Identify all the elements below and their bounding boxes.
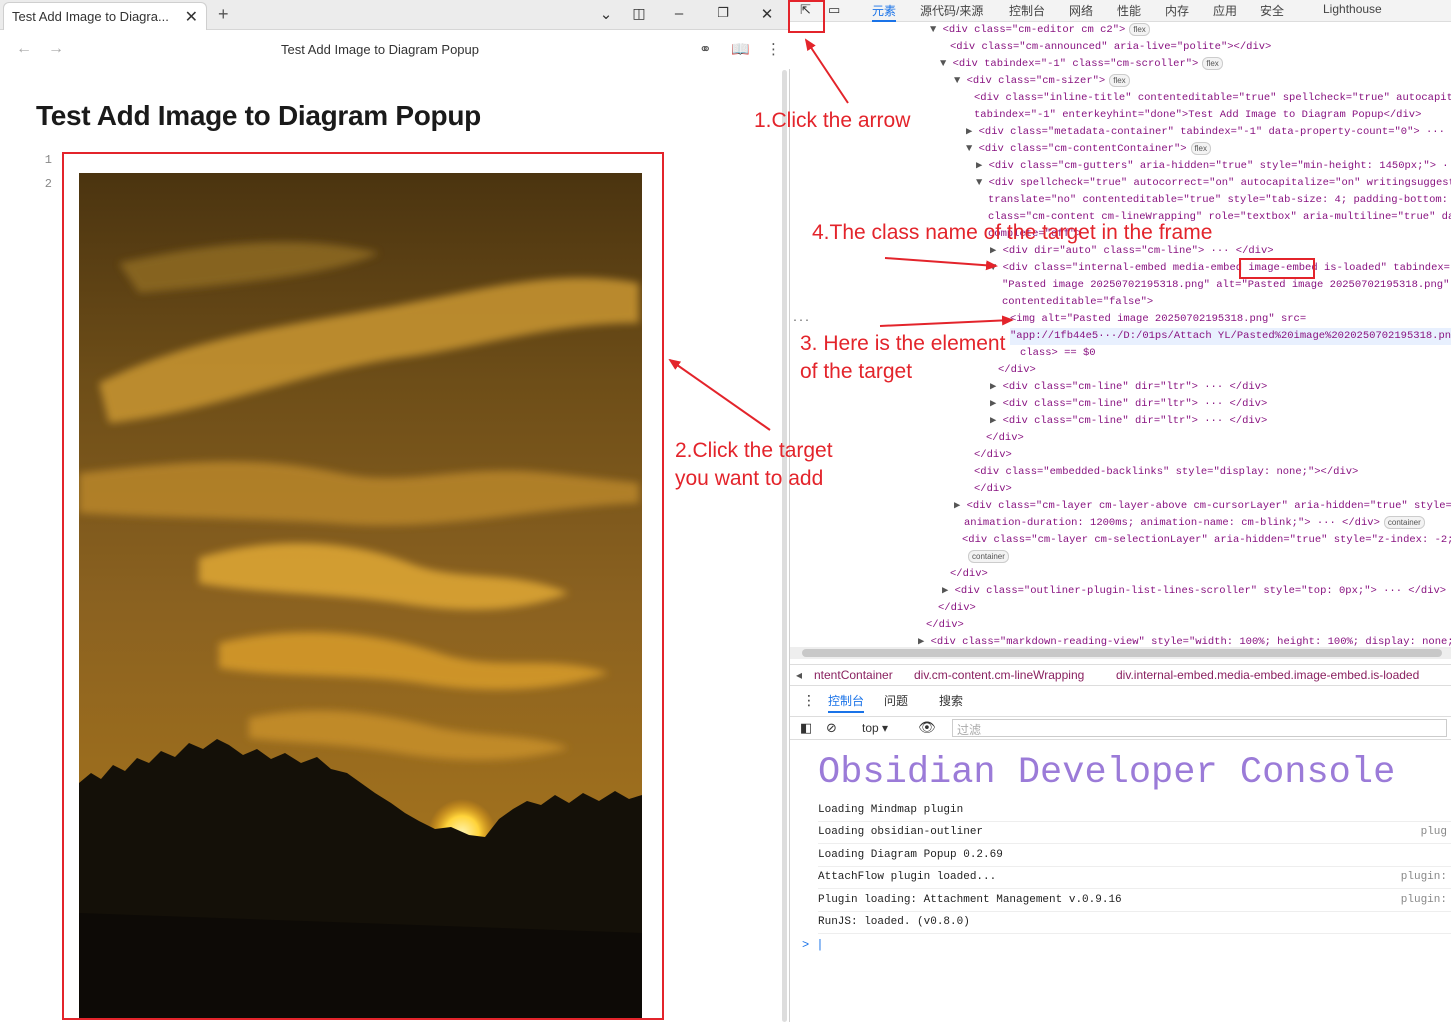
- arrow-step1: [804, 38, 849, 104]
- annotation-arrows: [668, 38, 1014, 431]
- screenshot-root: Test Add Image to Diagra... ✕ + ⌄ ◫ – ❐ …: [0, 0, 1451, 1022]
- arrow-step4: [884, 257, 998, 271]
- arrow-step3: [879, 315, 1014, 327]
- arrow-step2: [668, 358, 771, 431]
